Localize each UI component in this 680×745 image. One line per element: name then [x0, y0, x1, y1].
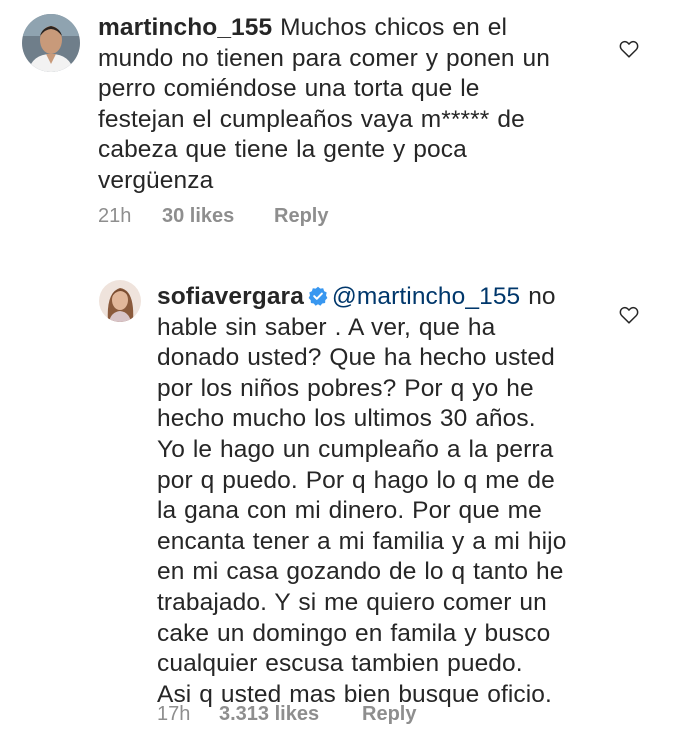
- comment-meta: 21h 30 likes Reply: [98, 205, 328, 228]
- comment-line: vergüenza: [98, 166, 214, 194]
- comment-line: donado usted? Que ha hecho usted: [157, 344, 555, 372]
- comment-line: cabeza que tiene la gente y poca: [98, 136, 467, 164]
- comment-text: martincho_155 Muchos chicos en el mundo …: [98, 13, 588, 197]
- comment-line: no: [528, 283, 556, 310]
- comment-line: hecho mucho los ultimos 30 años.: [157, 405, 536, 433]
- reply-button[interactable]: Reply: [362, 703, 416, 726]
- username[interactable]: sofiavergara: [157, 283, 304, 310]
- comment-martincho: martincho_155 Muchos chicos en el mundo …: [0, 0, 680, 240]
- verified-badge-icon: [308, 286, 328, 306]
- avatar[interactable]: [99, 280, 141, 322]
- comment-line: festejan el cumpleaños vaya m***** de: [98, 105, 525, 133]
- comment-line: por los niños pobres? Por q yo he: [157, 374, 534, 402]
- comment-line: mundo no tienen para comer y ponen un: [98, 44, 550, 72]
- reply-button[interactable]: Reply: [274, 205, 328, 228]
- timestamp[interactable]: 21h: [98, 205, 162, 228]
- comment-line: hable sin saber . A ver, que ha: [157, 313, 496, 341]
- avatar-woman-icon: [99, 280, 141, 322]
- comment-line: encanta tener a mi familia y a mi hijo: [157, 527, 567, 555]
- comment-line: cualquier escusa tambien puedo.: [157, 650, 523, 678]
- username[interactable]: martincho_155: [98, 14, 272, 41]
- heart-outline-icon[interactable]: [618, 304, 640, 326]
- comment-line: la gana con mi dinero. Por que me: [157, 497, 542, 525]
- comment-line: trabajado. Y si me quiero comer un: [157, 588, 547, 616]
- avatar[interactable]: [22, 14, 80, 72]
- comment-line: por q puedo. Por q hago lo q me de: [157, 466, 555, 494]
- heart-outline-icon[interactable]: [618, 38, 640, 60]
- mention-link[interactable]: @martincho_155: [332, 283, 520, 310]
- comment-line: cake un domingo en famila y busco: [157, 619, 551, 647]
- comment-line: Yo le hago un cumpleaño a la perra: [157, 435, 554, 463]
- avatar-man-icon: [22, 14, 80, 72]
- comment-line: perro comiéndose una torta que le: [98, 75, 480, 103]
- comment-text: sofiavergara @martincho_155 no hable sin …: [157, 282, 597, 710]
- likes-count[interactable]: 30 likes: [162, 205, 274, 228]
- comment-meta: 17h 3.313 likes Reply: [157, 703, 416, 726]
- comment-sofiavergara: sofiavergara @martincho_155 no hable sin …: [0, 260, 680, 745]
- timestamp[interactable]: 17h: [157, 703, 219, 726]
- comment-line: en mi casa gozando de lo q tanto he: [157, 558, 564, 586]
- comment-line: Muchos chicos en el: [280, 14, 508, 41]
- likes-count[interactable]: 3.313 likes: [219, 703, 362, 726]
